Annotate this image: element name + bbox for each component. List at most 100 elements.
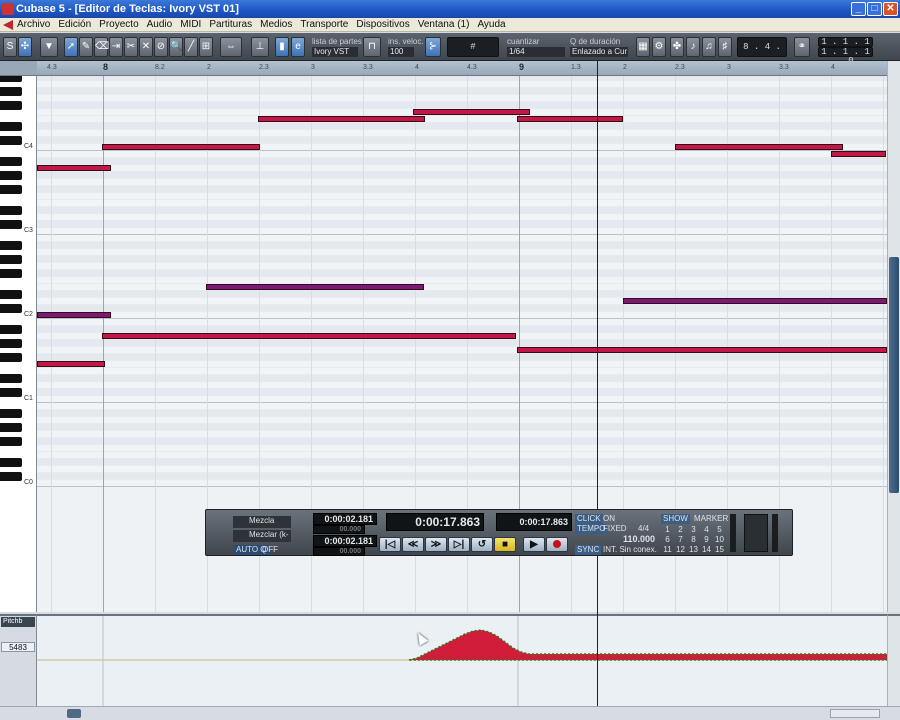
fast-forward-button[interactable]: ≫ <box>425 537 447 552</box>
menu-dispositivos[interactable]: Dispositivos <box>356 18 409 32</box>
menu-ayuda[interactable]: Ayuda <box>477 18 505 32</box>
maximize-button[interactable]: □ <box>867 2 882 16</box>
left-locator-display[interactable]: 0:00:02.181 <box>313 513 377 525</box>
piano-black-key[interactable] <box>0 472 22 481</box>
marker-button[interactable]: 12 <box>674 545 687 555</box>
insert-mode-icon[interactable]: e <box>291 37 305 57</box>
rewind-button[interactable]: ≪ <box>402 537 424 552</box>
piano-black-key[interactable] <box>0 269 22 278</box>
piano-black-key[interactable] <box>0 157 22 166</box>
parts-list-select[interactable]: Ivory VST <box>312 47 358 57</box>
piano-black-key[interactable] <box>0 437 22 446</box>
drumstick-tool-icon[interactable]: ⊞ <box>199 37 213 57</box>
click-button[interactable]: CLICK <box>575 514 603 524</box>
mute-tool-icon[interactable]: ⊘ <box>154 37 168 57</box>
menu-transporte[interactable]: Transporte <box>300 18 348 32</box>
piano-black-key[interactable] <box>0 76 22 82</box>
piano-black-key[interactable] <box>0 325 22 334</box>
music-icon[interactable]: ♫ <box>702 37 716 57</box>
marker-button[interactable]: 14 <box>700 545 713 555</box>
velocity-shape-icon[interactable]: ⊓ <box>363 37 381 57</box>
mixdown-mode-select[interactable]: Mezclar (k- <box>233 530 291 542</box>
piano-black-key[interactable] <box>0 122 22 131</box>
locator-display-end[interactable]: 1 . 1 . 1 . 0 <box>818 47 873 66</box>
insert-velocity-field[interactable]: 100 <box>388 47 414 57</box>
menu-partituras[interactable]: Partituras <box>209 18 252 32</box>
horizontal-scrollbar[interactable] <box>0 706 900 720</box>
primary-time-display[interactable]: 0:00:17.863 <box>386 513 484 531</box>
length-quantize-select[interactable]: Enlazado a Cur <box>570 47 628 57</box>
piano-black-key[interactable] <box>0 241 22 250</box>
mixdown-select[interactable]: Mezcla <box>233 516 291 528</box>
piano-black-key[interactable] <box>0 353 22 362</box>
marker-button[interactable]: 13 <box>687 545 700 555</box>
grid-icon[interactable]: # <box>447 37 499 57</box>
marker-button[interactable]: 1 <box>661 525 674 535</box>
split-tool-icon[interactable]: ✂ <box>124 37 138 57</box>
record-button[interactable] <box>546 537 568 552</box>
midi-note[interactable] <box>831 151 886 157</box>
pencil-tool-icon[interactable]: ✎ <box>79 37 93 57</box>
trim-tool-icon[interactable]: ⇥ <box>109 37 123 57</box>
horizontal-zoom-slider[interactable] <box>830 709 880 718</box>
marker-button[interactable]: 2 <box>674 525 687 535</box>
stop-button[interactable]: ■ <box>494 537 516 552</box>
marker-button[interactable]: 8 <box>687 535 700 545</box>
midi-note[interactable] <box>37 165 111 171</box>
midi-note[interactable] <box>102 333 516 339</box>
midi-note[interactable] <box>623 298 887 304</box>
piano-black-key[interactable] <box>0 458 22 467</box>
marker-button[interactable]: 4 <box>700 525 713 535</box>
snap-icon[interactable]: ⊱ <box>425 37 441 57</box>
piano-black-key[interactable] <box>0 185 22 194</box>
piano-black-key[interactable] <box>0 339 22 348</box>
menu-edicion[interactable]: Edición <box>58 18 91 32</box>
play-button[interactable]: ▶ <box>523 537 545 552</box>
close-button[interactable]: ✕ <box>883 2 898 16</box>
autoscroll-icon[interactable]: ⇔ <box>220 37 242 57</box>
edit-context-button[interactable]: ✣ <box>18 37 32 57</box>
minimize-button[interactable]: _ <box>851 2 866 16</box>
midi-input-icon[interactable]: ▮ <box>275 37 289 57</box>
midi-note[interactable] <box>206 284 424 290</box>
piano-black-key[interactable] <box>0 423 22 432</box>
tempo-value[interactable]: 110.000 <box>623 534 655 544</box>
marker-button[interactable]: 6 <box>661 535 674 545</box>
piano-black-key[interactable] <box>0 87 22 96</box>
controller-lane[interactable] <box>37 614 887 706</box>
marker-button[interactable]: 5 <box>713 525 726 535</box>
midi-note[interactable] <box>517 116 623 122</box>
right-locator-display[interactable]: 0:00:02.181 <box>313 535 377 547</box>
midi-note[interactable] <box>258 116 425 122</box>
goto-start-button[interactable]: |◁ <box>379 537 401 552</box>
position-display[interactable]: 8 . 4 . 1 . 0 <box>737 37 787 70</box>
step-input-icon[interactable]: ⊥ <box>251 37 269 57</box>
marker-button[interactable]: 7 <box>674 535 687 545</box>
master-level[interactable] <box>744 514 768 552</box>
horizontal-scroll-thumb[interactable] <box>67 709 81 718</box>
piano-black-key[interactable] <box>0 374 22 383</box>
menu-midi[interactable]: MIDI <box>180 18 201 32</box>
solo-button[interactable]: S <box>3 37 17 57</box>
arrow-tool-icon[interactable]: ➚ <box>64 37 78 57</box>
vertical-scrollbar[interactable] <box>887 61 900 612</box>
quantize-select[interactable]: 1/64 <box>507 47 565 57</box>
menu-medios[interactable]: Medios <box>260 18 292 32</box>
piano-black-key[interactable] <box>0 304 22 313</box>
vertical-scroll-thumb[interactable] <box>889 257 899 493</box>
marker-button[interactable]: 10 <box>713 535 726 545</box>
glue-tool-icon[interactable]: ✕ <box>139 37 153 57</box>
sharp-icon[interactable]: ♯ <box>718 37 732 57</box>
piano-keyboard[interactable]: C4 C3 C2 C1 C0 <box>0 76 37 612</box>
menu-audio[interactable]: Audio <box>147 18 173 32</box>
piano-black-key[interactable] <box>0 220 22 229</box>
cycle-button[interactable]: ↺ <box>471 537 493 552</box>
midi-note[interactable] <box>102 144 260 150</box>
midi-note[interactable] <box>413 109 530 115</box>
goto-end-button[interactable]: ▷| <box>448 537 470 552</box>
note-icon[interactable]: ♪ <box>686 37 700 57</box>
midi-note[interactable] <box>37 312 111 318</box>
piano-black-key[interactable] <box>0 171 22 180</box>
show-markers-button[interactable]: SHOW <box>661 514 690 524</box>
piano-black-key[interactable] <box>0 136 22 145</box>
